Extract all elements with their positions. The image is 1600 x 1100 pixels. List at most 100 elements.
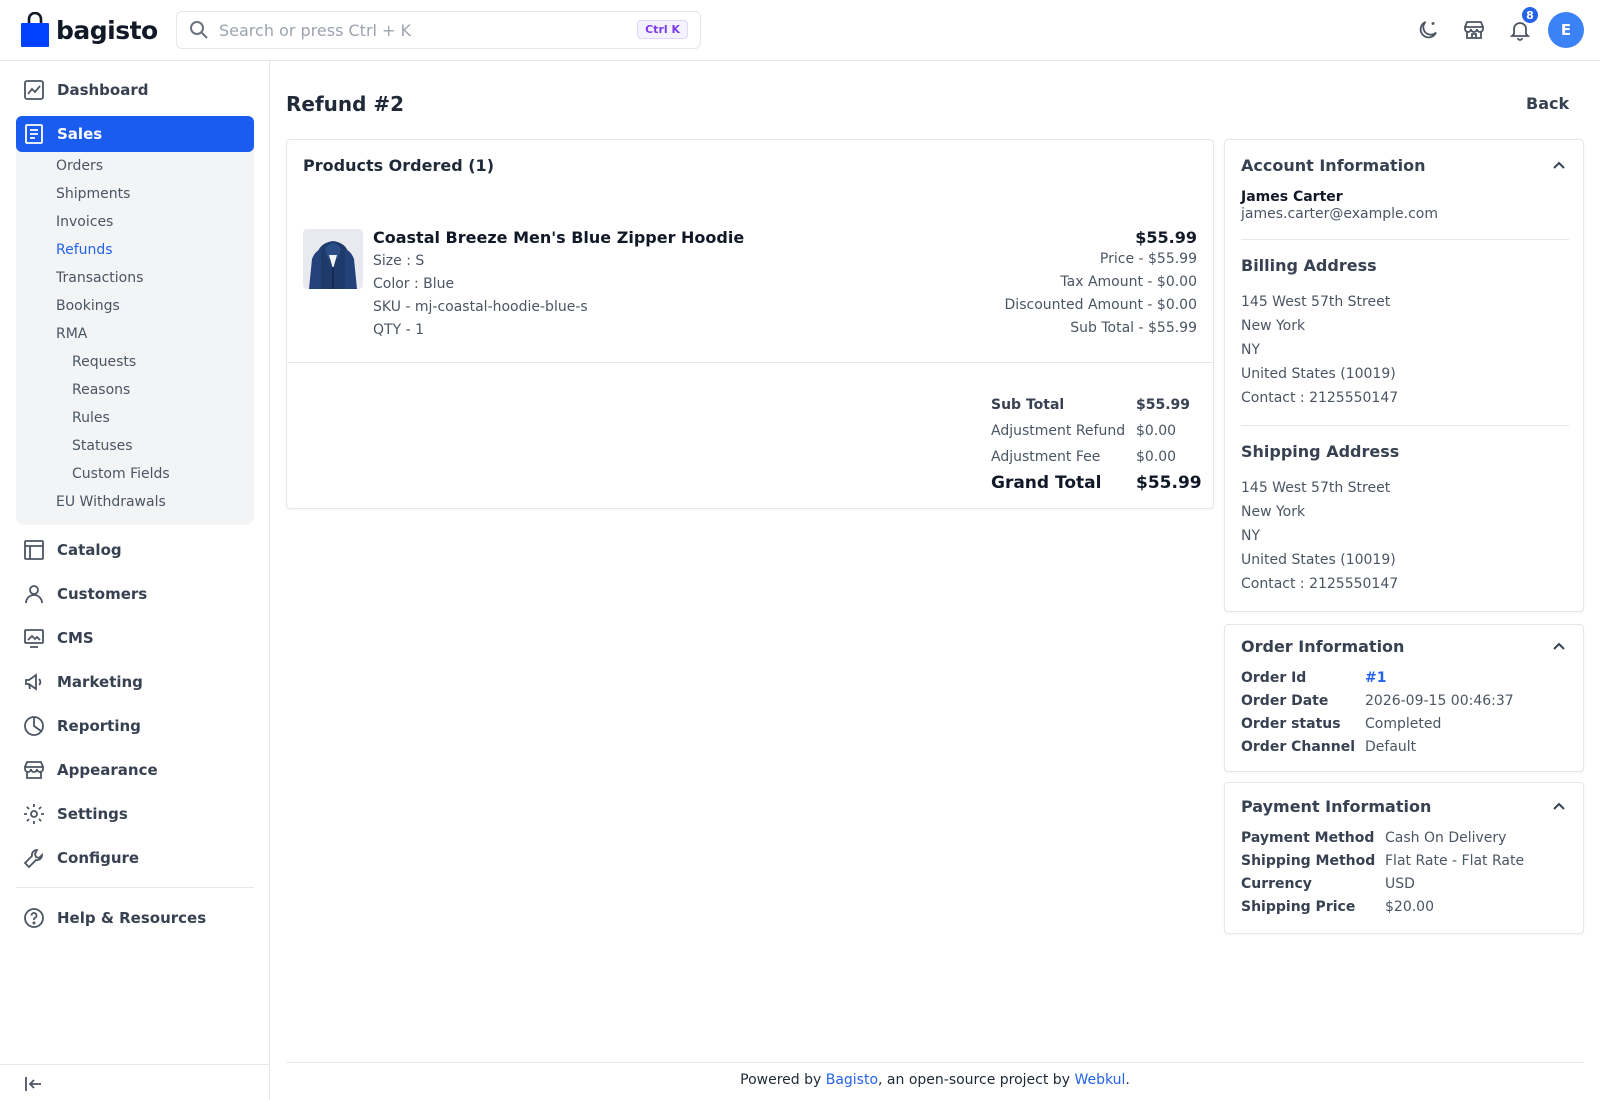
chevron-up-icon[interactable] — [1551, 639, 1567, 655]
storefront-icon[interactable] — [1462, 18, 1486, 42]
search-input[interactable] — [219, 20, 619, 40]
footer-prefix: Powered by — [740, 1072, 826, 1088]
logo-text: bagisto — [56, 15, 158, 45]
back-button[interactable]: Back — [1526, 94, 1569, 113]
sidebar-item-label: Dashboard — [57, 81, 149, 99]
submenu-item-refunds[interactable]: Refunds — [56, 242, 113, 258]
submenu-item-bookings[interactable]: Bookings — [56, 298, 120, 314]
shipping-street: 145 West 57th Street — [1241, 480, 1391, 496]
products-ordered-title: Products Ordered (1) — [303, 156, 494, 175]
shipping-address-title: Shipping Address — [1241, 442, 1400, 461]
sidebar-item-configure[interactable]: Configure — [16, 840, 254, 876]
grand-total-label: Grand Total — [991, 473, 1102, 493]
shipping-state: NY — [1241, 528, 1261, 544]
submenu-item-rma[interactable]: RMA — [56, 326, 87, 342]
notifications-icon[interactable]: 8 — [1508, 5, 1540, 42]
submenu-item-invoices[interactable]: Invoices — [56, 214, 113, 230]
payment-method-value: Cash On Delivery — [1385, 830, 1507, 846]
product-qty: QTY - 1 — [373, 322, 424, 338]
order-status-label: Order status — [1241, 716, 1341, 732]
shipping-method-label: Shipping Method — [1241, 853, 1376, 869]
customer-email: james.carter@example.com — [1241, 206, 1438, 222]
order-status-value: Completed — [1365, 716, 1442, 732]
shipping-country: United States (10019) — [1241, 552, 1396, 568]
billing-street: 145 West 57th Street — [1241, 294, 1391, 310]
sidebar-item-label: CMS — [57, 629, 94, 647]
shipping-city: New York — [1241, 504, 1306, 520]
payment-information-title: Payment Information — [1241, 797, 1432, 816]
submenu-item-rules[interactable]: Rules — [72, 410, 110, 426]
footer: Powered by Bagisto, an open-source proje… — [286, 1062, 1584, 1100]
billing-contact: Contact : 2125550147 — [1241, 390, 1399, 406]
currency-value: USD — [1385, 876, 1415, 892]
order-information-card: Order Information Order Id #1 Order Date… — [1224, 624, 1584, 772]
submenu-item-requests[interactable]: Requests — [72, 354, 136, 370]
adjustment-fee-label: Adjustment Fee — [991, 449, 1101, 465]
grand-total-value: $55.99 — [1136, 473, 1202, 493]
sidebar-item-dashboard[interactable]: Dashboard — [16, 72, 254, 108]
sidebar-item-settings[interactable]: Settings — [16, 796, 254, 832]
submenu-item-eu-withdrawals[interactable]: EU Withdrawals — [56, 494, 166, 510]
product-size: Size : S — [373, 253, 425, 269]
sidebar-item-label: Catalog — [57, 541, 122, 559]
order-id-link[interactable]: #1 — [1365, 670, 1386, 686]
shipping-price-value: $20.00 — [1385, 899, 1434, 915]
page-title: Refund #2 — [286, 92, 405, 116]
sidebar-divider — [16, 887, 254, 888]
collapse-sidebar-icon[interactable] — [23, 1073, 45, 1095]
user-avatar[interactable]: E — [1548, 12, 1584, 48]
currency-label: Currency — [1241, 876, 1312, 892]
chevron-up-icon[interactable] — [1551, 799, 1567, 815]
submenu-item-orders[interactable]: Orders — [56, 158, 103, 174]
billing-state: NY — [1241, 342, 1261, 358]
sidebar-item-help[interactable]: Help & Resources — [16, 900, 254, 936]
submenu-item-transactions[interactable]: Transactions — [56, 270, 143, 286]
help-icon — [23, 907, 45, 929]
submenu-item-reasons[interactable]: Reasons — [72, 382, 130, 398]
cms-icon — [23, 627, 45, 649]
sidebar-item-sales[interactable]: Sales — [16, 116, 254, 152]
adjustment-refund-label: Adjustment Refund — [991, 423, 1126, 439]
product-price: Price - $55.99 — [1099, 251, 1197, 267]
footer-suffix: . — [1125, 1072, 1130, 1088]
sidebar-item-marketing[interactable]: Marketing — [16, 664, 254, 700]
wrench-icon — [23, 847, 45, 869]
sub-total-value: $55.99 — [1136, 397, 1191, 413]
billing-city: New York — [1241, 318, 1306, 334]
sidebar-item-reporting[interactable]: Reporting — [16, 708, 254, 744]
customers-icon — [23, 583, 45, 605]
sidebar-item-label: Settings — [57, 805, 128, 823]
adjustment-fee-value: $0.00 — [1136, 449, 1177, 465]
marketing-icon — [23, 671, 45, 693]
billing-address-title: Billing Address — [1241, 256, 1377, 275]
submenu-item-statuses[interactable]: Statuses — [72, 438, 133, 454]
sidebar-item-cms[interactable]: CMS — [16, 620, 254, 656]
order-id-label: Order Id — [1241, 670, 1307, 686]
bagisto-logo[interactable]: bagisto — [20, 10, 158, 50]
order-channel-value: Default — [1365, 739, 1417, 755]
webkul-link[interactable]: Webkul — [1074, 1072, 1125, 1088]
sidebar-item-label: Reporting — [57, 717, 141, 735]
account-divider — [1241, 239, 1569, 240]
submenu-item-custom-fields[interactable]: Custom Fields — [72, 466, 170, 482]
account-information-card: Account Information James Carter james.c… — [1224, 139, 1584, 612]
sub-total-label: Sub Total — [991, 397, 1065, 413]
sidebar-item-catalog[interactable]: Catalog — [16, 532, 254, 568]
product-sku: SKU - mj-coastal-hoodie-blue-s — [373, 299, 588, 315]
account-information-title: Account Information — [1241, 156, 1426, 175]
product-color: Color : Blue — [373, 276, 455, 292]
catalog-icon — [23, 539, 45, 561]
sidebar-collapse-bar — [0, 1064, 270, 1100]
settings-icon — [23, 803, 45, 825]
dark-mode-icon[interactable] — [1416, 18, 1440, 42]
chevron-up-icon[interactable] — [1551, 158, 1567, 174]
sidebar-item-label: Customers — [57, 585, 148, 603]
bagisto-link[interactable]: Bagisto — [826, 1072, 878, 1088]
sidebar-item-customers[interactable]: Customers — [16, 576, 254, 612]
sidebar-item-appearance[interactable]: Appearance — [16, 752, 254, 788]
payment-information-card: Payment Information Payment Method Cash … — [1224, 782, 1584, 934]
product-name: Coastal Breeze Men's Blue Zipper Hoodie — [373, 228, 745, 247]
submenu-item-shipments[interactable]: Shipments — [56, 186, 130, 202]
footer-middle: , an open-source project by — [878, 1072, 1075, 1088]
search-box[interactable]: Ctrl K — [176, 11, 701, 49]
